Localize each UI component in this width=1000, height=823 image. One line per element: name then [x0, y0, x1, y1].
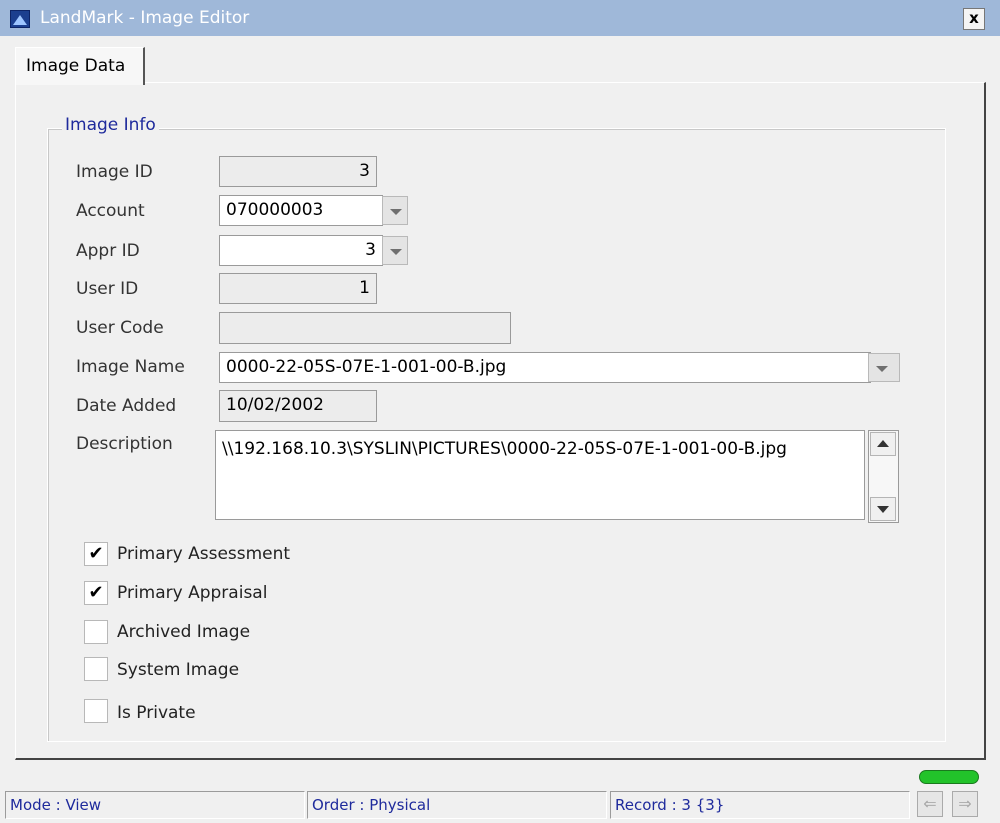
status-record: Record : 3 {3}	[610, 791, 910, 819]
account-label: Account	[76, 201, 145, 221]
primary-appraisal-label: Primary Appraisal	[117, 583, 268, 603]
user-code-field[interactable]	[219, 312, 511, 344]
is-private-checkbox[interactable]	[84, 699, 108, 723]
status-indicator	[919, 770, 979, 784]
is-private-label: Is Private	[117, 703, 196, 723]
system-image-checkbox[interactable]	[84, 657, 108, 681]
image-name-field[interactable]: 0000-22-05S-07E-1-001-00-B.jpg	[219, 352, 871, 383]
image-name-dropdown-icon[interactable]	[868, 353, 900, 382]
user-id-field[interactable]: 1	[219, 273, 377, 304]
next-record-icon[interactable]: ⇒	[952, 791, 978, 817]
account-field[interactable]: 070000003	[219, 195, 383, 226]
user-code-label: User Code	[76, 318, 164, 338]
primary-assessment-label: Primary Assessment	[117, 544, 291, 564]
account-dropdown-icon[interactable]	[382, 196, 408, 225]
date-added-field[interactable]: 10/02/2002	[219, 390, 377, 422]
prev-record-icon[interactable]: ⇐	[917, 791, 943, 817]
appr-id-label: Appr ID	[76, 241, 140, 261]
user-id-label: User ID	[76, 279, 139, 299]
description-label: Description	[76, 434, 173, 454]
description-scrollbar[interactable]	[868, 430, 899, 523]
tab-label: Image Data	[26, 56, 126, 76]
group-title: Image Info	[62, 115, 159, 135]
image-id-field[interactable]: 3	[219, 156, 377, 187]
appr-id-field[interactable]: 3	[219, 235, 383, 266]
archived-image-checkbox[interactable]	[84, 620, 108, 644]
window-title: LandMark - Image Editor	[40, 8, 250, 28]
system-image-label: System Image	[117, 660, 240, 680]
status-mode: Mode : View	[5, 791, 305, 819]
image-id-label: Image ID	[76, 162, 153, 182]
image-name-label: Image Name	[76, 357, 185, 377]
primary-assessment-checkbox[interactable]: ✔	[84, 542, 108, 566]
app-logo-icon	[10, 10, 30, 28]
scroll-up-icon[interactable]	[870, 432, 896, 456]
close-button[interactable]: x	[963, 8, 985, 30]
status-order: Order : Physical	[307, 791, 607, 819]
archived-image-label: Archived Image	[117, 622, 251, 642]
primary-appraisal-checkbox[interactable]: ✔	[84, 581, 108, 605]
date-added-label: Date Added	[76, 396, 177, 416]
description-textarea[interactable]: \\192.168.10.3\SYSLIN\PICTURES\0000-22-0…	[215, 430, 865, 520]
tab-image-data[interactable]: Image Data	[15, 47, 145, 85]
appr-id-dropdown-icon[interactable]	[382, 236, 408, 265]
scroll-down-icon[interactable]	[870, 497, 896, 521]
